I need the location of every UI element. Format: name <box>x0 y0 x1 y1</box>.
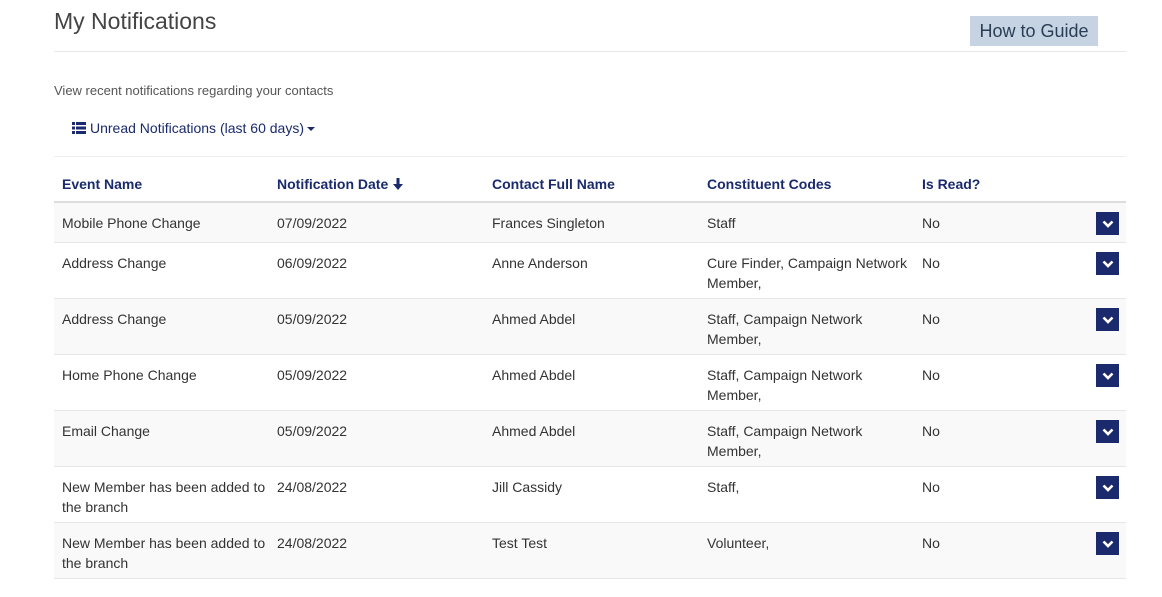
table-row: New Member has been added to the branch … <box>54 467 1126 523</box>
table-row: New Member has been added to the branch … <box>54 523 1126 579</box>
cell-constituent-codes: Staff <box>707 215 736 231</box>
cell-constituent-codes: Volunteer, <box>707 535 770 551</box>
column-header-contact-full-name[interactable]: Contact Full Name <box>484 176 699 192</box>
chevron-down-icon <box>1102 428 1113 436</box>
filter-label: Unread Notifications (last 60 days) <box>90 120 304 136</box>
cell-constituent-codes: Staff, Campaign Network Member, <box>707 423 863 459</box>
table-row: Address Change 05/09/2022 Ahmed Abdel St… <box>54 299 1126 355</box>
row-expand-button[interactable] <box>1096 252 1119 275</box>
cell-notification-date: 06/09/2022 <box>277 255 348 271</box>
row-expand-button[interactable] <box>1096 364 1119 387</box>
list-icon <box>72 122 86 134</box>
row-expand-button[interactable] <box>1096 476 1119 499</box>
cell-contact-name: Test Test <box>492 535 547 551</box>
cell-contact-name: Ahmed Abdel <box>492 423 576 439</box>
chevron-down-icon <box>1102 316 1113 324</box>
cell-is-read: No <box>922 367 940 383</box>
table-header: Event Name Notification Date Contact Ful… <box>54 167 1126 203</box>
cell-constituent-codes: Staff, Campaign Network Member, <box>707 367 863 403</box>
column-header-is-read[interactable]: Is Read? <box>914 176 1064 192</box>
notifications-table: Event Name Notification Date Contact Ful… <box>54 167 1126 579</box>
row-expand-button[interactable] <box>1096 308 1119 331</box>
column-header-constituent-codes[interactable]: Constituent Codes <box>699 176 914 192</box>
page-title: My Notifications <box>54 8 217 34</box>
chevron-down-icon <box>1102 540 1113 548</box>
cell-contact-name: Jill Cassidy <box>492 479 563 495</box>
cell-is-read: No <box>922 311 940 327</box>
cell-event-name: Mobile Phone Change <box>62 215 201 231</box>
cell-notification-date: 05/09/2022 <box>277 423 348 439</box>
cell-is-read: No <box>922 479 940 495</box>
intro-text: View recent notifications regarding your… <box>54 83 334 98</box>
cell-notification-date: 07/09/2022 <box>277 215 348 231</box>
cell-constituent-codes: Staff, Campaign Network Member, <box>707 311 863 347</box>
sort-descending-icon <box>393 178 404 190</box>
cell-event-name: Home Phone Change <box>62 367 197 383</box>
cell-is-read: No <box>922 215 940 231</box>
title-divider <box>54 51 1126 52</box>
cell-notification-date: 24/08/2022 <box>277 479 348 495</box>
chevron-down-icon <box>1102 260 1113 268</box>
chevron-down-icon <box>1102 484 1113 492</box>
cell-is-read: No <box>922 255 940 271</box>
notification-filter-dropdown[interactable]: Unread Notifications (last 60 days) <box>72 120 315 136</box>
row-expand-button[interactable] <box>1096 212 1119 235</box>
filter-divider <box>54 156 1126 157</box>
cell-event-name: Address Change <box>62 311 167 327</box>
cell-notification-date: 05/09/2022 <box>277 367 348 383</box>
column-header-notification-date[interactable]: Notification Date <box>269 176 484 192</box>
cell-contact-name: Anne Anderson <box>492 255 588 271</box>
cell-event-name: Email Change <box>62 423 150 439</box>
how-to-guide-button[interactable]: How to Guide <box>970 16 1098 46</box>
cell-is-read: No <box>922 423 940 439</box>
table-row: Mobile Phone Change 07/09/2022 Frances S… <box>54 203 1126 243</box>
cell-notification-date: 05/09/2022 <box>277 311 348 327</box>
table-row: Home Phone Change 05/09/2022 Ahmed Abdel… <box>54 355 1126 411</box>
cell-constituent-codes: Cure Finder, Campaign Network Member, <box>707 255 907 291</box>
chevron-down-icon <box>1102 220 1113 228</box>
cell-event-name: New Member has been added to the branch <box>62 535 266 571</box>
caret-down-icon <box>307 127 315 131</box>
table-row: Email Change 05/09/2022 Ahmed Abdel Staf… <box>54 411 1126 467</box>
cell-contact-name: Ahmed Abdel <box>492 311 576 327</box>
column-header-event-name[interactable]: Event Name <box>54 176 269 192</box>
table-row: Address Change 06/09/2022 Anne Anderson … <box>54 243 1126 299</box>
cell-contact-name: Ahmed Abdel <box>492 367 576 383</box>
cell-notification-date: 24/08/2022 <box>277 535 348 551</box>
chevron-down-icon <box>1102 372 1113 380</box>
row-expand-button[interactable] <box>1096 532 1119 555</box>
cell-is-read: No <box>922 535 940 551</box>
row-expand-button[interactable] <box>1096 420 1119 443</box>
cell-event-name: Address Change <box>62 255 167 271</box>
cell-contact-name: Frances Singleton <box>492 215 605 231</box>
cell-event-name: New Member has been added to the branch <box>62 479 266 515</box>
column-header-date-label: Notification Date <box>277 176 389 192</box>
cell-constituent-codes: Staff, <box>707 479 740 495</box>
